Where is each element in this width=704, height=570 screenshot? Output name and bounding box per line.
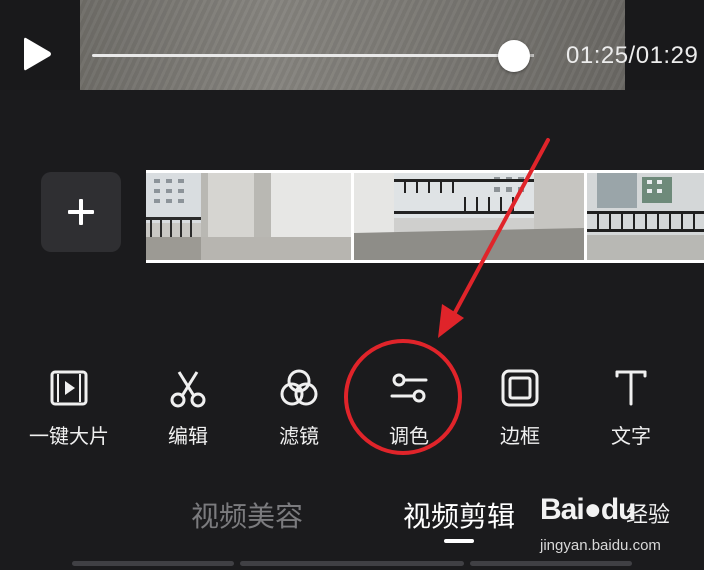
tool-text[interactable]: 文字 bbox=[576, 362, 686, 452]
tool-color-adjust[interactable]: 调色 bbox=[354, 362, 464, 452]
paw-icon: ● bbox=[583, 493, 602, 526]
tool-label: 编辑 bbox=[168, 426, 208, 448]
tool-label: 文字 bbox=[611, 426, 651, 448]
frame-icon bbox=[501, 369, 539, 407]
tool-label: 滤镜 bbox=[279, 426, 319, 448]
video-frame[interactable] bbox=[80, 0, 625, 90]
annotation-arrowhead bbox=[438, 304, 464, 338]
timeline-filmstrip[interactable] bbox=[146, 170, 704, 263]
progress-track[interactable] bbox=[92, 54, 514, 57]
scroll-segment bbox=[470, 561, 632, 566]
tool-border[interactable]: 边框 bbox=[465, 362, 575, 452]
scroll-segment bbox=[240, 561, 464, 566]
editing-toolbar: 一键大片 编辑 滤镜 调色 边框 文字 bbox=[0, 362, 704, 452]
add-clip-button[interactable] bbox=[41, 172, 121, 252]
clip-image bbox=[354, 173, 584, 260]
play-button[interactable] bbox=[16, 34, 56, 74]
playback-time: 01:25/01:29 bbox=[566, 42, 699, 69]
sliders-icon bbox=[390, 373, 428, 403]
film-play-icon bbox=[50, 370, 88, 406]
tool-label: 边框 bbox=[500, 426, 540, 448]
scissors-icon bbox=[170, 371, 206, 408]
tab-video-edit[interactable]: 视频剪辑 bbox=[403, 495, 515, 535]
tab-video-beauty[interactable]: 视频美容 bbox=[191, 495, 303, 535]
tool-label: 一键大片 bbox=[29, 426, 109, 448]
clip-image bbox=[587, 173, 704, 260]
video-preview: 01:25/01:29 bbox=[0, 0, 704, 90]
tool-filter[interactable]: 滤镜 bbox=[244, 362, 354, 452]
tool-label: 调色 bbox=[389, 426, 429, 448]
baidu-watermark: Bai●du 经验 jingyan.baidu.com bbox=[540, 493, 690, 559]
active-tab-indicator bbox=[444, 539, 474, 543]
watermark-url: jingyan.baidu.com bbox=[540, 537, 661, 554]
bottom-scroll-indicator bbox=[0, 561, 704, 567]
text-icon bbox=[615, 370, 647, 406]
plus-icon bbox=[68, 199, 94, 225]
filter-circles-icon bbox=[280, 369, 318, 406]
scroll-segment bbox=[72, 561, 234, 566]
clip-image bbox=[146, 173, 351, 260]
play-icon bbox=[24, 37, 51, 71]
watermark-logo: Bai●du bbox=[540, 493, 636, 526]
tool-one-click-movie[interactable]: 一键大片 bbox=[14, 362, 124, 452]
clip-thumbnail[interactable] bbox=[146, 173, 351, 260]
clip-thumbnail[interactable] bbox=[351, 173, 584, 260]
tool-edit[interactable]: 编辑 bbox=[133, 362, 243, 452]
progress-handle[interactable] bbox=[498, 40, 530, 72]
watermark-cn-text: 经验 bbox=[626, 502, 671, 527]
clip-thumbnail[interactable] bbox=[584, 173, 704, 260]
